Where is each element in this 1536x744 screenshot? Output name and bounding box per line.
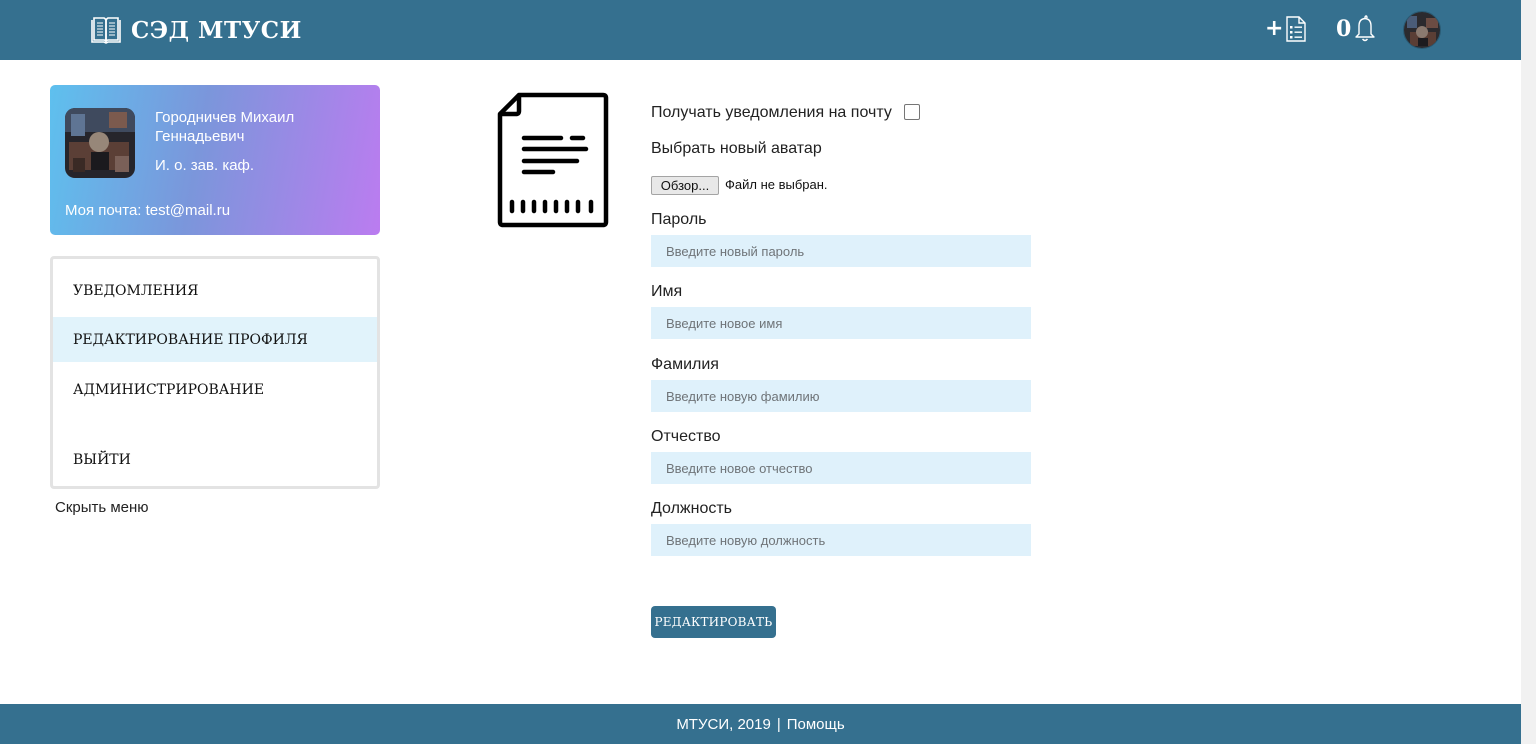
footer-copyright: МТУСИ, 2019 (676, 715, 771, 733)
page-scrollbar[interactable] (1521, 0, 1536, 744)
new-avatar-label: Выбрать новый аватар (651, 140, 822, 157)
plus-icon: + (1265, 16, 1284, 41)
menu-item-logout[interactable]: Выйти (53, 437, 377, 482)
position-input[interactable] (651, 524, 1031, 556)
document-list-icon (1286, 16, 1307, 42)
footer-separator: | (776, 715, 781, 733)
email-notifications-checkbox[interactable] (904, 104, 920, 120)
menu-item-edit-profile[interactable]: Редактирование профиля (53, 317, 377, 362)
browse-file-button[interactable]: Обзор... (651, 176, 719, 195)
file-status-text: Файл не выбран. (725, 177, 828, 192)
position-label: Должность (651, 500, 732, 517)
last-name-input[interactable] (651, 380, 1031, 412)
add-document-button[interactable]: + (1265, 14, 1309, 44)
bell-icon (1355, 15, 1376, 42)
profile-name: Городничев Михаил Геннадьевич (155, 109, 295, 145)
book-icon (91, 17, 121, 44)
hide-menu-link[interactable]: Скрыть меню (55, 499, 149, 516)
password-input[interactable] (651, 235, 1031, 267)
app-title: СЭД МТУСИ (131, 16, 302, 44)
page-footer: МТУСИ, 2019 | Помощь (0, 704, 1521, 744)
first-name-label: Имя (651, 283, 683, 300)
help-link[interactable]: Помощь (787, 716, 845, 733)
profile-photo (65, 108, 135, 178)
profile-email: Моя почта: test@mail.ru (65, 202, 231, 219)
top-header: СЭД МТУСИ + 0 (0, 0, 1521, 60)
notifications-button[interactable]: 0 (1336, 13, 1377, 45)
profile-card: Городничев Михаил Геннадьевич И. о. зав.… (50, 85, 380, 235)
first-name-input[interactable] (651, 307, 1031, 339)
email-notifications-label: Получать уведомления на почту (651, 104, 892, 121)
document-icon (497, 92, 609, 228)
profile-avatar (65, 108, 135, 178)
patronymic-input[interactable] (651, 452, 1031, 484)
password-label: Пароль (651, 211, 707, 228)
notification-count: 0 (1336, 16, 1352, 42)
user-avatar[interactable] (1403, 11, 1441, 49)
menu-item-notifications[interactable]: Уведомления (53, 268, 377, 313)
profile-role: И. о. зав. каф. (155, 157, 255, 174)
app-logo[interactable]: СЭД МТУСИ (90, 13, 302, 47)
menu-item-administration[interactable]: Администрирование (53, 367, 377, 412)
avatar-photo (1404, 12, 1440, 48)
side-menu: Уведомления Редактирование профиля Админ… (50, 256, 380, 489)
edit-submit-button[interactable]: РЕДАКТИРОВАТЬ (651, 606, 776, 638)
last-name-label: Фамилия (651, 356, 719, 373)
patronymic-label: Отчество (651, 428, 721, 445)
